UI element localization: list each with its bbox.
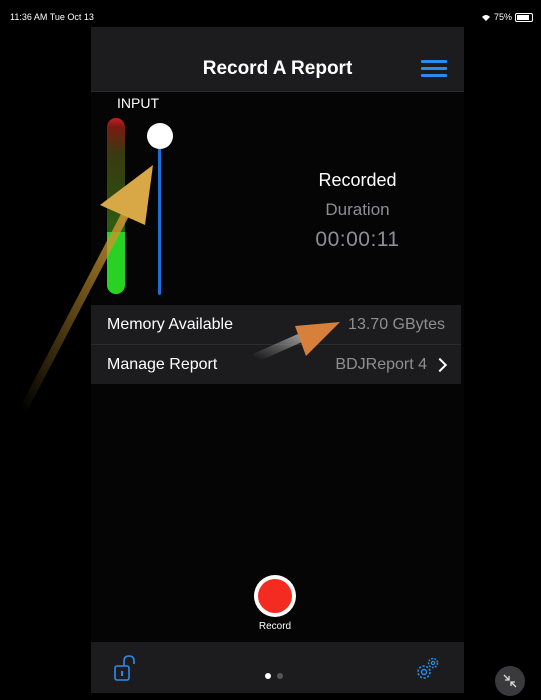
status-bar: 11:36 AM Tue Oct 13 75% xyxy=(0,0,541,22)
memory-available-value: 13.70 GBytes xyxy=(348,316,445,333)
chevron-right-icon xyxy=(432,357,448,373)
collapse-arrows-icon xyxy=(503,674,517,688)
battery-percent: 75% xyxy=(493,12,512,22)
status-time: 11:36 AM Tue Oct 13 xyxy=(10,12,94,22)
collapse-window-button[interactable] xyxy=(495,666,525,696)
manage-report-value: BDJReport 4 xyxy=(335,356,427,373)
unlock-icon[interactable] xyxy=(112,654,138,684)
navigation-header: Record A Report xyxy=(91,27,464,92)
memory-available-label: Memory Available xyxy=(107,316,233,333)
duration-value: 00:00:11 xyxy=(315,228,400,251)
manage-report-label: Manage Report xyxy=(107,356,218,373)
settings-gear-icon[interactable] xyxy=(413,655,441,683)
wifi-icon xyxy=(481,14,490,21)
input-label: INPUT xyxy=(117,95,159,111)
record-button[interactable] xyxy=(254,575,296,617)
input-gain-slider-knob[interactable] xyxy=(147,123,173,149)
page-dot xyxy=(277,673,283,679)
recorded-label: Recorded xyxy=(318,170,397,190)
hamburger-menu-icon[interactable] xyxy=(421,60,447,78)
input-level-meter xyxy=(107,118,125,294)
page-dot-active xyxy=(265,673,271,679)
memory-available-row: Memory Available 13.70 GBytes xyxy=(91,305,461,345)
input-gain-slider-track[interactable] xyxy=(158,138,161,295)
meter-fill xyxy=(107,232,125,294)
page-title: Record A Report xyxy=(202,58,353,79)
status-right: 75% xyxy=(481,12,533,22)
battery-icon xyxy=(515,12,533,22)
page-indicator xyxy=(265,666,290,679)
record-button-label: Record xyxy=(258,621,292,632)
manage-report-row[interactable]: Manage Report BDJReport 4 xyxy=(91,345,461,384)
duration-label: Duration xyxy=(325,200,390,219)
